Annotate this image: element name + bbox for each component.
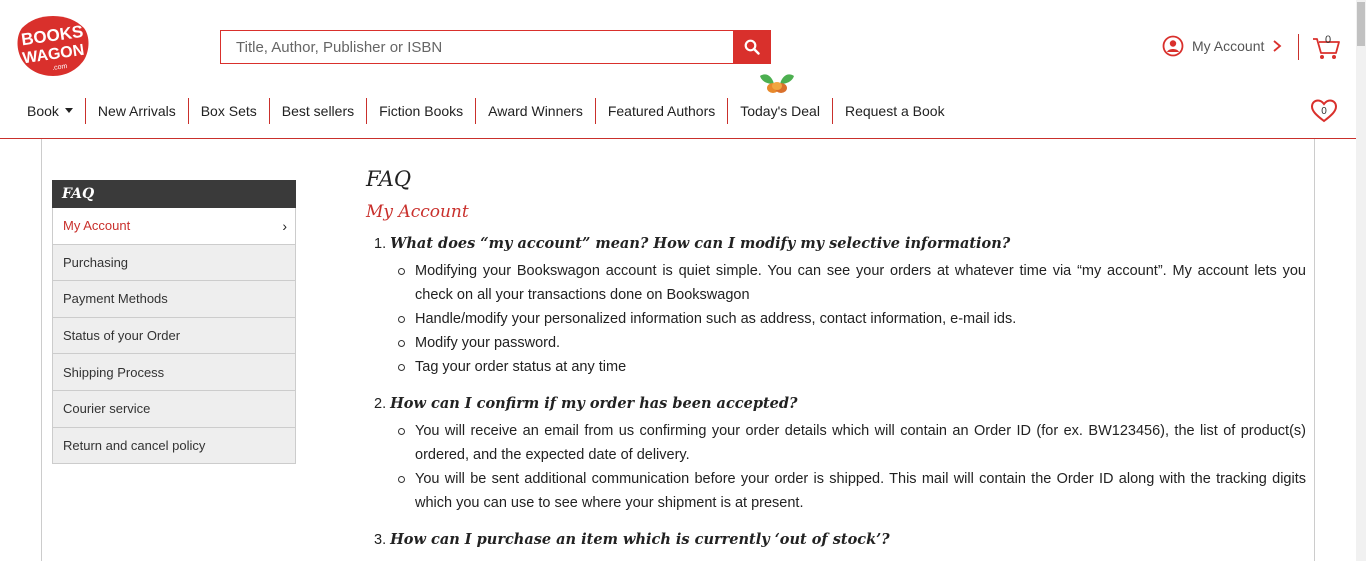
sidebar-item-return-cancel[interactable]: Return and cancel policy: [52, 427, 296, 465]
answer-item: Tag your order status at any time: [396, 355, 1306, 379]
cart-count: 0: [1325, 34, 1332, 46]
bookswagon-logo[interactable]: BOOKS WAGON .com: [14, 14, 92, 78]
chevron-right-icon: ›: [282, 217, 287, 234]
sidebar-item-order-status[interactable]: Status of your Order: [52, 317, 296, 355]
sidebar-item-courier-service[interactable]: Courier service: [52, 390, 296, 428]
wishlist-button[interactable]: 0: [1310, 98, 1338, 124]
answer-list: Modifying your Bookswagon account is qui…: [396, 259, 1306, 389]
nav-featured-authors[interactable]: Featured Authors: [596, 98, 729, 124]
sidebar-item-label: Shipping Process: [63, 364, 165, 380]
caret-down-icon: [64, 107, 73, 113]
main-nav: Book New Arrivals Box Sets Best sellers …: [15, 98, 957, 124]
sidebar-item-shipping-process[interactable]: Shipping Process: [52, 354, 296, 391]
nav-todays-deal[interactable]: Today's Deal: [728, 98, 833, 124]
scrollbar-thumb[interactable]: [1357, 2, 1365, 46]
my-account-link[interactable]: My Account: [1162, 35, 1282, 57]
cart-button[interactable]: 0: [1311, 33, 1341, 61]
sidebar-item-label: Purchasing: [63, 254, 129, 270]
faq-content: FAQ My Account 1. What does “my account” …: [366, 163, 1306, 555]
nav-award-winners[interactable]: Award Winners: [476, 98, 596, 124]
sidebar-title: FAQ: [52, 180, 296, 208]
sidebar-item-label: Status of your Order: [63, 328, 181, 344]
nav-book-label: Book: [27, 103, 59, 119]
faq-question: 2. How can I confirm if my order has been…: [374, 389, 1306, 525]
sidebar-item-label: Payment Methods: [63, 291, 168, 307]
question-title: 1. What does “my account” mean? How can I…: [374, 229, 1306, 259]
user-icon: [1162, 35, 1184, 57]
page-scrollbar[interactable]: [1356, 0, 1366, 561]
header-divider: [1298, 34, 1299, 60]
answer-item: You will receive an email from us confir…: [396, 419, 1306, 467]
nav-request-a-book[interactable]: Request a Book: [833, 98, 957, 124]
nav-new-arrivals[interactable]: New Arrivals: [86, 98, 189, 124]
site-header: BOOKS WAGON .com My Account 0: [0, 0, 1356, 139]
faq-sidebar: FAQ My Account › Purchasing Payment Meth…: [52, 180, 296, 465]
search-button[interactable]: [733, 31, 770, 63]
nav-book[interactable]: Book: [15, 98, 86, 124]
wishlist-count: 0: [1321, 106, 1327, 117]
page-title: FAQ: [366, 167, 412, 191]
heart-icon: 0: [1310, 99, 1338, 123]
nav-box-sets[interactable]: Box Sets: [189, 98, 270, 124]
search-icon: [744, 39, 760, 55]
question-title: 3. How can I purchase an item which is cu…: [374, 525, 1306, 555]
nav-best-sellers[interactable]: Best sellers: [270, 98, 368, 124]
question-text: How can I purchase an item which is curr…: [390, 531, 890, 548]
answer-item: You will be sent additional communicatio…: [396, 467, 1306, 515]
search-input[interactable]: [221, 31, 733, 63]
sidebar-item-my-account[interactable]: My Account ›: [52, 208, 296, 245]
question-title: 2. How can I confirm if my order has been…: [374, 389, 1306, 419]
question-number: 2.: [374, 396, 387, 412]
search-bar: [220, 30, 771, 64]
faq-question: 1. What does “my account” mean? How can I…: [374, 229, 1306, 389]
chevron-right-icon: [1273, 40, 1282, 52]
answer-item: Modify your password.: [396, 331, 1306, 355]
sidebar-item-label: My Account: [63, 218, 131, 234]
answer-item: Modifying your Bookswagon account is qui…: [396, 259, 1306, 307]
nav-fiction-books[interactable]: Fiction Books: [367, 98, 477, 124]
answer-list: You will receive an email from us confir…: [396, 419, 1306, 525]
question-text: How can I confirm if my order has been a…: [390, 395, 798, 412]
my-account-label: My Account: [1192, 38, 1265, 54]
deal-decoration-icon: [760, 74, 794, 93]
sidebar-item-payment-methods[interactable]: Payment Methods: [52, 281, 296, 318]
question-number: 1.: [374, 236, 387, 252]
question-number: 3.: [374, 532, 387, 548]
sidebar-item-purchasing[interactable]: Purchasing: [52, 244, 296, 282]
faq-question: 3. How can I purchase an item which is cu…: [374, 525, 1306, 555]
answer-item: Handle/modify your personalized informat…: [396, 307, 1306, 331]
sidebar-item-label: Courier service: [63, 401, 151, 417]
section-title: My Account: [366, 202, 469, 222]
sidebar-item-label: Return and cancel policy: [63, 437, 206, 453]
question-text: What does “my account” mean? How can I m…: [390, 235, 1011, 252]
